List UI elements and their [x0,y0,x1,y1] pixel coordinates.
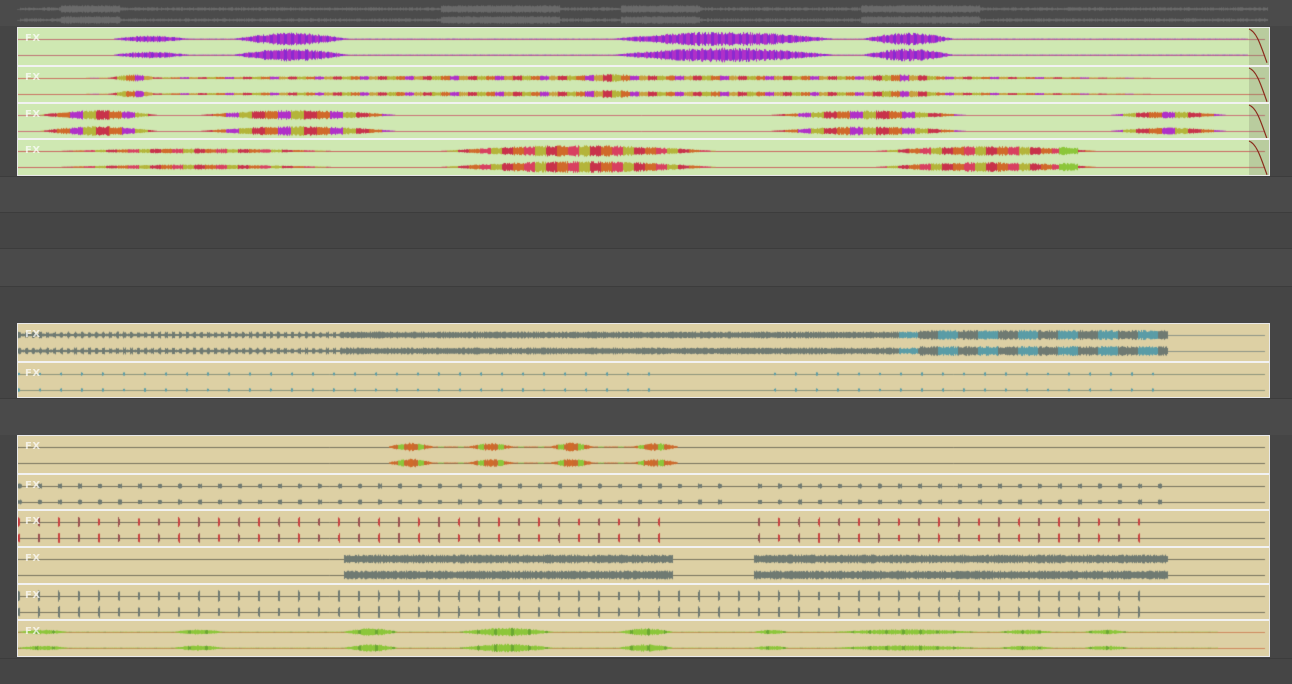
fx-button[interactable]: FX [25,109,41,120]
waveform [18,436,1269,473]
master-track-lane[interactable] [0,0,1292,26]
take-lane[interactable]: FX [18,546,1269,585]
waveform [18,66,1269,104]
take-lane[interactable]: FX [18,509,1269,549]
fx-button[interactable]: FX [25,626,41,637]
media-item-group-tan[interactable]: FX FX FX FX FX FX [17,435,1270,657]
fade-curve[interactable] [1247,103,1269,141]
take-lane[interactable]: FX [18,360,1269,397]
media-item-group-tan[interactable]: FX FX [17,323,1270,398]
fx-button[interactable]: FX [25,553,41,564]
fx-button[interactable]: FX [25,480,41,491]
take-lane[interactable]: FX [18,436,1269,473]
waveform [18,621,1269,656]
empty-track-lane[interactable] [0,286,1292,323]
waveform [18,511,1269,549]
fx-button[interactable]: FX [25,145,41,156]
fx-button[interactable]: FX [25,33,41,44]
take-lane[interactable]: FX [18,619,1269,656]
empty-track-lane[interactable] [0,248,1292,287]
waveform [18,324,1269,361]
empty-track-lane[interactable] [0,212,1292,249]
fx-button[interactable]: FX [25,516,41,527]
empty-track-lane[interactable] [0,176,1292,213]
waveform [18,140,1269,175]
fade-curve[interactable] [1247,28,1269,65]
waveform [18,548,1269,585]
fade-curve[interactable] [1247,140,1269,176]
waveform [18,28,1269,65]
empty-track-lane[interactable] [0,658,1292,684]
take-lane[interactable]: FX [18,582,1269,622]
fx-button[interactable]: FX [25,441,41,452]
waveform [18,584,1269,622]
fx-button[interactable]: FX [25,590,41,601]
take-lane[interactable]: FX [18,101,1269,141]
fade-curve[interactable] [1247,67,1269,104]
take-lane[interactable]: FX [18,472,1269,512]
fx-button[interactable]: FX [25,368,41,379]
master-waveform [0,0,1292,26]
media-item-group-green[interactable]: FX FX FX FX [17,27,1270,176]
waveform [18,474,1269,512]
take-lane[interactable]: FX [18,324,1269,361]
waveform [18,362,1269,397]
take-lane[interactable]: FX [18,138,1269,175]
take-lane[interactable]: FX [18,64,1269,104]
fx-button[interactable]: FX [25,329,41,340]
take-lane[interactable]: FX [18,28,1269,65]
fx-button[interactable]: FX [25,72,41,83]
empty-track-lane[interactable] [0,398,1292,435]
waveform [18,103,1269,141]
